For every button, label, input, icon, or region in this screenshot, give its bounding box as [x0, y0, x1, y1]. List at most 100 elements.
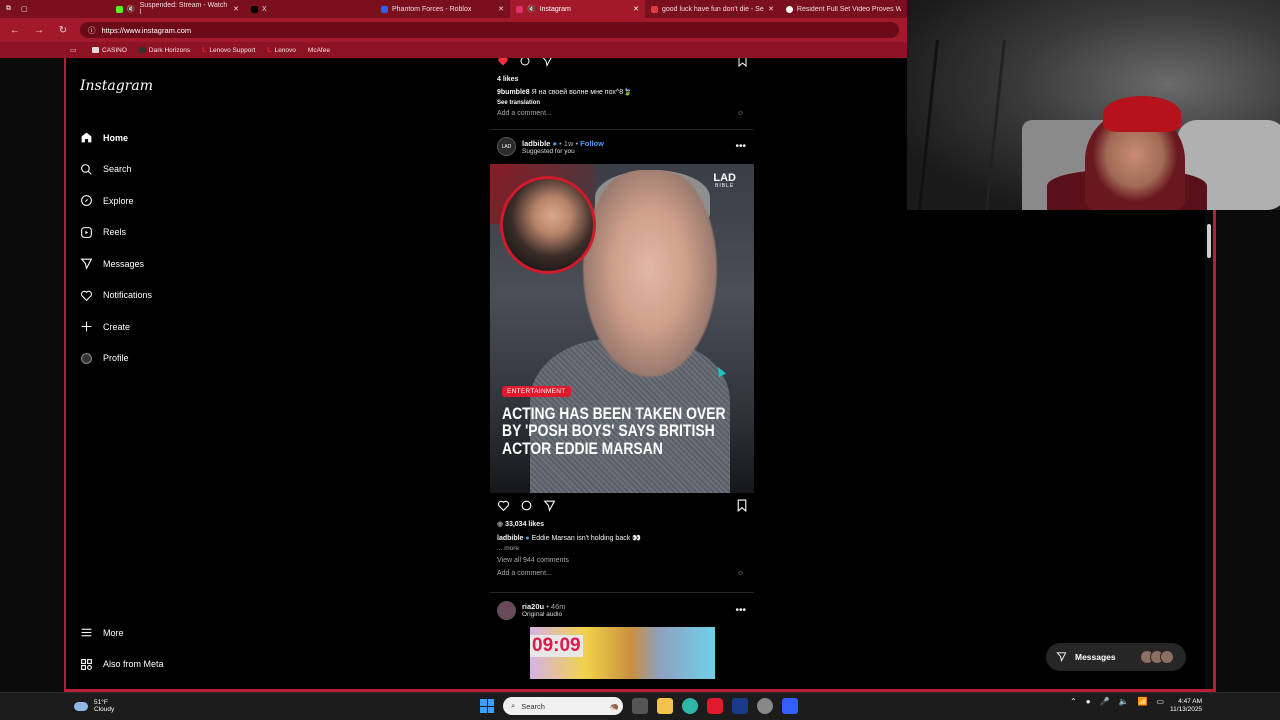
post-username[interactable]: ladbible — [522, 139, 550, 148]
bookmarks-toggle-icon[interactable]: ▭ — [70, 46, 76, 54]
tab-kick[interactable]: 🔇 Suspended: Stream - Watch l ✕ — [110, 0, 245, 18]
reload-icon[interactable]: ↻ — [56, 25, 70, 36]
mute-icon[interactable]: 🔇 — [127, 5, 136, 13]
roblox-icon[interactable] — [782, 698, 798, 714]
sidebar-item-profile[interactable]: Profile — [80, 343, 240, 375]
edge-icon[interactable] — [682, 698, 698, 714]
more-options-icon[interactable]: ••• — [735, 141, 746, 152]
back-icon[interactable]: ← — [8, 25, 22, 36]
post-image[interactable]: LAD BIBLE ENTERTAINMENT ACTING HAS BEEN T… — [490, 163, 754, 493]
site-info-icon[interactable]: ⓘ — [88, 25, 96, 36]
bookmark-casino[interactable]: CASINO — [92, 47, 127, 54]
next-post-audio[interactable]: Original audio — [522, 611, 566, 618]
sidebar-item-home[interactable]: Home — [80, 122, 240, 154]
share-icon[interactable] — [543, 499, 556, 517]
battery-icon[interactable]: ▭ — [1156, 697, 1164, 706]
post-comment-field[interactable]: Add a comment... ☺ — [490, 566, 754, 580]
bookmark-icon[interactable] — [737, 58, 748, 72]
avatar[interactable] — [497, 600, 516, 620]
close-tab-icon[interactable]: ✕ — [633, 5, 639, 13]
close-tab-icon[interactable]: ✕ — [498, 5, 504, 13]
tab-title: Resident Full Set Video Proves W — [796, 5, 901, 13]
view-comments-link[interactable]: View all 944 comments — [490, 556, 754, 566]
next-post-media[interactable]: 09:09 — [530, 627, 715, 680]
clock[interactable]: 4:47 AM 11/13/2025 — [1170, 698, 1202, 715]
volume-icon[interactable]: 🔈 — [1119, 697, 1129, 706]
sidebar-item-search[interactable]: Search — [80, 154, 240, 186]
page-scrollbar[interactable] — [1205, 210, 1213, 689]
next-post-username-line: ria20u • 46m — [522, 602, 566, 611]
sidebar-item-more[interactable]: More — [80, 617, 240, 649]
tab-youtube[interactable]: good luck have fun don't die - Se ✕ — [645, 0, 780, 18]
tab-video[interactable]: Resident Full Set Video Proves W — [780, 0, 907, 18]
search-highlight-icon: 🦔 — [609, 701, 619, 711]
sidebar-item-also-from-meta[interactable]: Also from Meta — [80, 649, 240, 681]
gear-icon[interactable] — [757, 698, 773, 714]
tab-x[interactable]: X — [245, 0, 375, 18]
sidebar-item-explore[interactable]: Explore — [80, 185, 240, 217]
follow-button[interactable]: Follow — [580, 139, 604, 148]
tab-instagram[interactable]: 🔇 Instagram ✕ — [510, 0, 645, 18]
verified-icon: ● — [552, 138, 557, 148]
forward-icon[interactable]: → — [32, 25, 46, 36]
task-view-icon[interactable] — [632, 698, 648, 714]
sidebar-item-label: Messages — [103, 258, 145, 269]
tab-actions-icon[interactable]: ▢ — [21, 5, 28, 13]
messages-button[interactable]: Messages — [1046, 643, 1186, 671]
taskbar-search[interactable]: ⌕ Search 🦔 — [503, 697, 623, 715]
close-tab-icon[interactable]: ✕ — [768, 5, 774, 13]
windows-start-icon[interactable] — [480, 699, 494, 713]
bookmark-lenovo[interactable]: L Lenovo — [267, 47, 296, 54]
sidebar-item-create[interactable]: Create — [80, 311, 240, 343]
caption-more-link[interactable]: ... more — [490, 544, 754, 553]
mute-icon[interactable]: 🔇 — [527, 5, 536, 13]
bookmark-icon[interactable] — [736, 499, 748, 517]
sidebar-item-messages[interactable]: Messages — [80, 248, 240, 280]
next-post-time: • 46m — [546, 602, 566, 612]
comment-icon[interactable] — [520, 499, 533, 517]
post-header-text: ladbible ● • 1w • Follow Suggested for y… — [522, 139, 604, 155]
liked-heart-icon[interactable] — [497, 58, 509, 72]
bookmark-dark-horizons[interactable]: Dark Horizons — [138, 46, 191, 54]
tab-roblox[interactable]: Phantom Forces - Roblox ✕ — [375, 0, 510, 18]
sidebar-item-notifications[interactable]: Notifications — [80, 280, 240, 312]
youtube-icon[interactable] — [707, 698, 723, 714]
workspaces-icon[interactable]: ⧉ — [6, 5, 11, 13]
tab-title: good luck have fun don't die - Se — [662, 5, 764, 13]
caption-username[interactable]: 9bumble8 — [497, 89, 530, 96]
ladbible-logo: LAD BIBLE — [713, 172, 736, 188]
more-options-icon[interactable]: ••• — [735, 605, 746, 616]
chevron-up-icon[interactable]: ⌃ — [1070, 697, 1077, 706]
share-icon[interactable] — [541, 58, 553, 72]
comment-icon[interactable] — [519, 58, 531, 72]
cloud-icon — [74, 701, 88, 711]
post-likes[interactable]: ◉ 33,034 likes — [490, 520, 754, 530]
bookmark-lenovo-support[interactable]: L Lenovo Support — [202, 47, 255, 54]
microphone-icon[interactable]: 🎤 — [1100, 697, 1110, 706]
scrollbar-thumb[interactable] — [1207, 224, 1211, 258]
emoji-icon[interactable]: ☺ — [737, 570, 744, 577]
app-tray-icon[interactable]: ● — [1086, 697, 1091, 706]
wifi-icon[interactable]: 📶 — [1137, 697, 1147, 706]
url-field[interactable]: ⓘ https://www.instagram.com — [80, 22, 899, 38]
close-tab-icon[interactable]: ✕ — [233, 5, 239, 13]
emoji-icon[interactable]: ☺ — [737, 110, 744, 117]
lenovo-icon[interactable] — [732, 698, 748, 714]
caption-username[interactable]: ladbible — [497, 535, 523, 542]
bookmark-label: Dark Horizons — [148, 46, 191, 54]
bookmark-mcafee[interactable]: McAfee — [308, 47, 330, 54]
prev-post-likes[interactable]: 4 likes — [490, 75, 754, 85]
next-post-username[interactable]: ria20u — [522, 602, 544, 611]
heart-icon[interactable] — [497, 499, 510, 517]
weather-widget[interactable]: 51°F Cloudy — [74, 699, 114, 714]
file-explorer-icon[interactable] — [657, 698, 673, 714]
prev-post-comment-field[interactable]: Add a comment... ☺ — [490, 107, 754, 121]
messages-label: Messages — [1075, 652, 1116, 662]
webcam-hat — [1103, 96, 1181, 132]
sidebar-item-reels[interactable]: Reels — [80, 217, 240, 249]
post-actions — [490, 499, 754, 517]
avatar[interactable]: LAD — [497, 137, 516, 157]
see-translation-link[interactable]: See translation — [490, 99, 754, 107]
sidebar-item-label: Notifications — [103, 290, 153, 301]
instagram-logo[interactable]: Instagram — [80, 78, 153, 94]
